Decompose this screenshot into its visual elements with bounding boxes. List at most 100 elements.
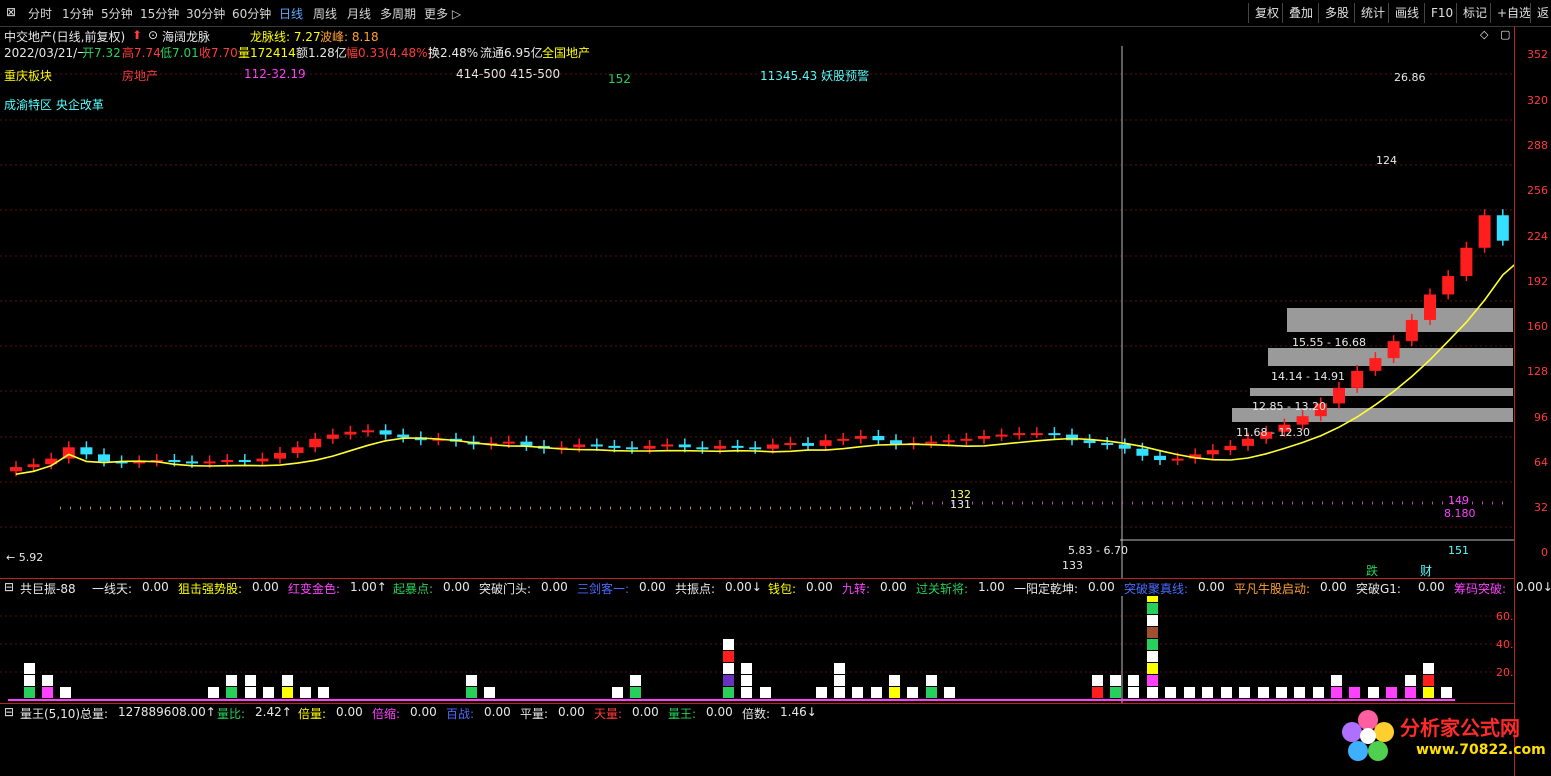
signal-bar-segment: [612, 687, 623, 698]
signal-bar-segment: [42, 675, 53, 686]
brand-url: www.70822.com: [1416, 742, 1546, 758]
signal-bar-segment: [760, 687, 771, 698]
period-tab-0[interactable]: 分时: [28, 5, 52, 22]
resistance-box: [1287, 308, 1513, 332]
toolbar-button-0[interactable]: 复权: [1248, 3, 1285, 23]
candle-body: [1424, 294, 1436, 320]
brand-logo: 分析家公式网 www.70822.com: [1338, 700, 1546, 770]
candle-body: [1083, 440, 1096, 444]
candle-body: [696, 447, 709, 450]
brand-name: 分析家公式网: [1400, 716, 1520, 740]
candle-body: [362, 430, 374, 433]
period-tab-7[interactable]: 周线: [313, 5, 337, 22]
candle-body: [502, 441, 515, 444]
period-tab-3[interactable]: 15分钟: [140, 5, 179, 22]
indicator-value: 0.00: [410, 705, 437, 719]
signal-bar-segment: [1441, 687, 1452, 698]
signal-bar-segment: [889, 675, 900, 686]
toolbar-button-1[interactable]: 叠加: [1282, 3, 1319, 23]
candle-body: [1224, 445, 1237, 451]
candle-body: [643, 445, 656, 449]
indicator-label: 过关斩将:: [916, 582, 969, 596]
period-tab-4[interactable]: 30分钟: [186, 5, 225, 22]
candle-body: [1478, 215, 1491, 248]
signal-bar-segment: [1147, 687, 1158, 698]
indicator-value: 127889608.00↑: [118, 705, 216, 719]
signal-bar-segment: [1386, 687, 1397, 698]
signal-bar-segment: [1405, 687, 1416, 698]
volume-panel-title[interactable]: 量王(5,10): [20, 705, 80, 722]
toolbar-button-3[interactable]: 统计: [1354, 3, 1391, 23]
toolbar-button-6[interactable]: 标记: [1456, 3, 1493, 23]
axis-tick-label: 352: [1527, 48, 1548, 61]
panel-collapse-icon[interactable]: ⊟: [4, 705, 14, 719]
candle-body: [1154, 455, 1166, 461]
candle-body: [1030, 433, 1043, 436]
period-tab-6[interactable]: 日线: [279, 5, 303, 22]
signal-bar-segment: [1092, 675, 1103, 686]
period-tab-1[interactable]: 1分钟: [62, 5, 94, 22]
candle-body: [291, 447, 304, 453]
period-tab-10[interactable]: 更多 ▷: [424, 5, 461, 22]
indicator-value: 0.00↓: [1516, 580, 1551, 594]
signal-bar-segment: [1165, 687, 1176, 698]
panel-collapse-icon[interactable]: ⊟: [4, 580, 14, 594]
toolbar-button-8[interactable]: 返: [1530, 3, 1551, 23]
indicator-label: 天量:: [594, 707, 623, 721]
candle-body: [661, 444, 674, 447]
indicator-label: 倍数:: [742, 707, 771, 721]
period-tab-9[interactable]: 多周期: [380, 5, 416, 22]
candle-body: [1351, 370, 1364, 388]
indicator-label: 量王:: [668, 707, 697, 721]
signal-bar-segment: [42, 687, 53, 698]
period-tab-8[interactable]: 月线: [347, 5, 371, 22]
candle-body: [608, 445, 621, 448]
axis-tick-label: 320: [1527, 94, 1548, 107]
indicator-label: 红变金色:: [288, 582, 341, 596]
signal-bar-segment: [741, 675, 752, 686]
toolbar-button-5[interactable]: F10: [1424, 3, 1459, 23]
axis-tick-label: 60.: [1496, 610, 1514, 623]
signal-bar-segment: [1147, 603, 1158, 614]
candle-body: [379, 430, 392, 435]
indicator-label: 狙击强势股:: [178, 582, 243, 596]
axis-tick-label: 288: [1527, 139, 1548, 152]
signal-bar-segment: [1147, 675, 1158, 686]
signal-bar-segment: [834, 663, 845, 674]
axis-tick-label: 40.: [1496, 638, 1514, 651]
candle-body: [872, 435, 885, 441]
indicator-label: 量比:: [217, 707, 246, 721]
box-range-label: 12.85 - 13.20: [1252, 400, 1326, 413]
candle-body: [1048, 433, 1061, 436]
candle-body: [1013, 433, 1026, 436]
signal-bar-segment: [1368, 687, 1379, 698]
candle-body: [854, 435, 867, 439]
candle-body: [749, 447, 762, 450]
candle-body: [203, 461, 216, 464]
candle-body: [714, 445, 726, 449]
back-icon[interactable]: ⊠: [6, 5, 16, 19]
indicator-label: 倍缩:: [372, 707, 401, 721]
signal-panel-title[interactable]: 共巨振-88: [20, 580, 76, 597]
period-tab-5[interactable]: 60分钟: [232, 5, 271, 22]
signal-bar-segment: [1128, 675, 1139, 686]
period-tab-2[interactable]: 5分钟: [101, 5, 133, 22]
signal-bar-segment: [1294, 687, 1305, 698]
candle-body: [837, 438, 850, 441]
indicator-value: 0.00: [1088, 580, 1115, 594]
candle-body: [819, 440, 832, 446]
candlestick-chart[interactable]: 26.86 124 ← 5.92 15.55 - 16.68 14.14 - 14.91…: [0, 26, 1514, 578]
toolbar-button-2[interactable]: 多股: [1318, 3, 1355, 23]
candle-body: [1242, 438, 1254, 446]
box-range-label: 15.55 - 16.68: [1292, 336, 1366, 349]
peak-label: 26.86: [1394, 71, 1426, 84]
signal-bar-segment: [630, 675, 641, 686]
toolbar-button-4[interactable]: 画线: [1388, 3, 1425, 23]
indicator-value: 0.00: [632, 705, 659, 719]
signal-bar-chart[interactable]: 60. 40. 20.: [0, 596, 1514, 703]
candle-body: [731, 445, 744, 448]
signal-bar-segment: [723, 651, 734, 662]
signal-bar-segment: [245, 687, 256, 698]
indicator-value: 0.00: [484, 705, 511, 719]
indicator-value: 0.00: [880, 580, 907, 594]
